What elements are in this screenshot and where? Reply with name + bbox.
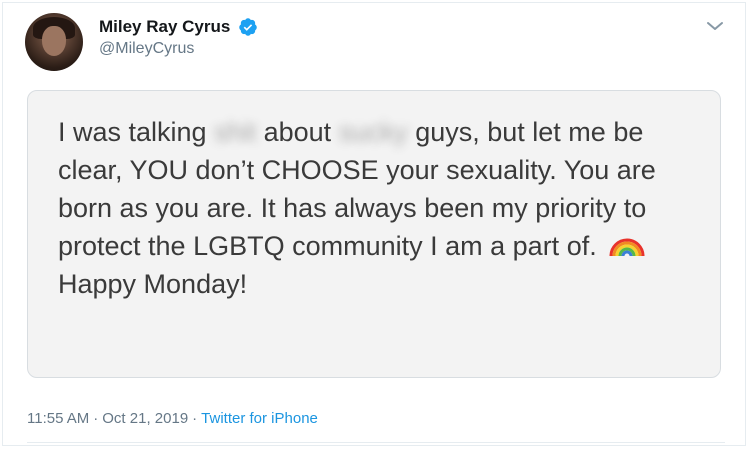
verified-badge-icon — [239, 18, 257, 36]
rainbow-emoji-icon — [609, 238, 645, 257]
notes-text-part4: Happy Monday! — [58, 269, 248, 299]
author-block[interactable]: Miley Ray Cyrus @MileyCyrus — [99, 17, 258, 58]
blurred-word-1: shit — [214, 117, 257, 147]
meta-separator: · — [192, 410, 198, 427]
tweet-header: Miley Ray Cyrus @MileyCyrus — [25, 13, 725, 71]
meta-separator: · — [93, 410, 99, 427]
tweet-image[interactable]: I was talking shit about sucky guys, but… — [27, 90, 721, 378]
notes-text-part1: I was talking — [58, 117, 215, 147]
avatar-face — [42, 26, 66, 56]
divider — [27, 442, 725, 443]
tweet-source-link[interactable]: Twitter for iPhone — [201, 410, 318, 427]
tweet-meta: 11:55 AM · Oct 21, 2019 · Twitter for iPhone — [27, 410, 318, 427]
author-display-name[interactable]: Miley Ray Cyrus — [99, 17, 230, 37]
blurred-word-2: sucky — [338, 117, 408, 147]
chevron-down-icon[interactable] — [705, 19, 725, 33]
author-handle[interactable]: @MileyCyrus — [99, 40, 258, 58]
tweet-card: Miley Ray Cyrus @MileyCyrus I was talkin… — [2, 2, 746, 446]
notes-text-part2: about — [256, 117, 339, 147]
notes-text: I was talking shit about sucky guys, but… — [58, 113, 708, 303]
avatar[interactable] — [25, 13, 83, 71]
tweet-time[interactable]: 11:55 AM — [27, 410, 89, 427]
tweet-date[interactable]: Oct 21, 2019 — [102, 410, 188, 427]
